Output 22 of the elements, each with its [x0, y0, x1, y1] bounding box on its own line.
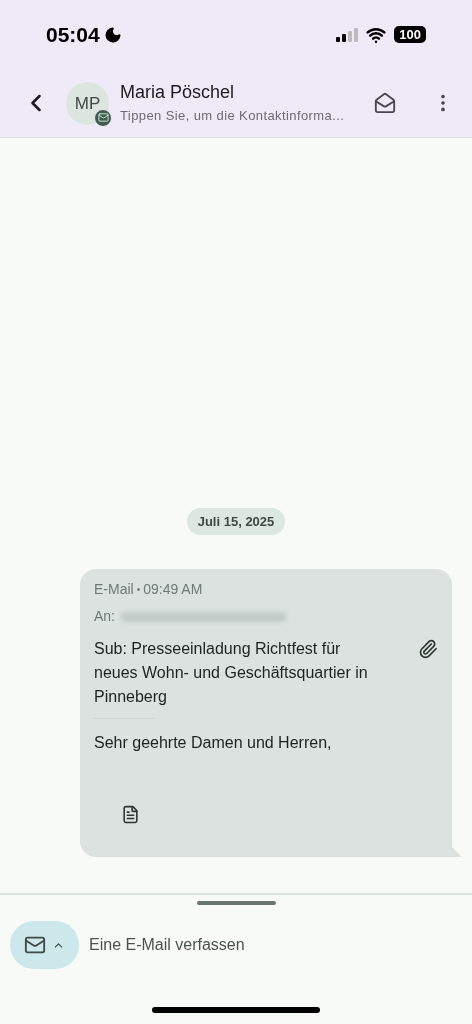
recipient-label: An: [94, 607, 115, 626]
moon-icon [103, 25, 122, 44]
message-channel: E-Mail [94, 580, 134, 599]
document-icon[interactable] [121, 805, 140, 824]
envelope-icon [24, 934, 46, 956]
message-time: 09:49 AM [143, 580, 203, 599]
battery-indicator: 100 [394, 26, 426, 44]
open-envelope-icon[interactable] [374, 92, 396, 115]
compose-field[interactable]: Eine E-Mail verfassen [89, 933, 462, 957]
email-message-bubble[interactable]: E-Mail • 09:49 AM An: Sub: Presseeinladung Richtfest für neues Wohn- und Geschäftsquartier in Pinneberg Sehr geehrte Damen und Herren, [80, 569, 452, 857]
dot-separator: • [136, 583, 141, 597]
contact-subtitle[interactable]: Tippen Sie, um die Kontaktinforma... [120, 106, 374, 126]
compose-type-button[interactable] [10, 921, 79, 969]
bubble-tail-icon [452, 847, 462, 857]
avatar[interactable]: MP [66, 81, 109, 125]
message-subject: Sub: Presseeinladung Richtfest für neues Wohn- und Geschäftsquartier in Pinneberg [94, 639, 369, 707]
signal-icon [336, 27, 359, 42]
status-time: 05:04 [46, 22, 100, 48]
contact-name[interactable]: Maria Pöschel [120, 81, 374, 103]
drag-handle[interactable] [196, 901, 276, 905]
message-body: Sehr geehrte Damen und Herren, [94, 733, 333, 753]
date-chip: Juli 15, 2025 [186, 507, 286, 535]
